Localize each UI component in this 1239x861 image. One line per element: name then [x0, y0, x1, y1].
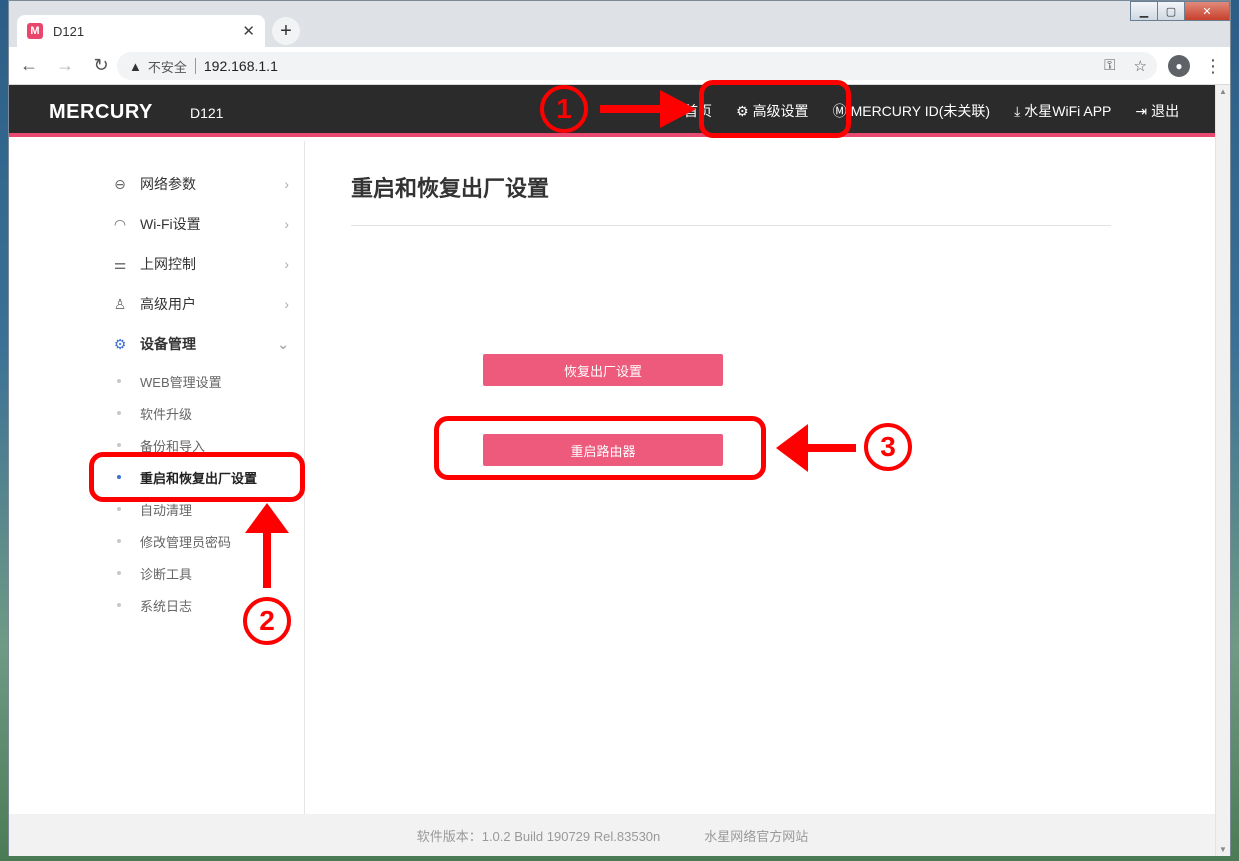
- reload-icon[interactable]: ↻: [85, 55, 117, 76]
- model-name: D121: [190, 105, 224, 121]
- profile-icon[interactable]: ●: [1168, 55, 1190, 77]
- bullet: [117, 571, 121, 575]
- browser-toolbar: ← → ↻ ▲ 不安全 192.168.1.1 ⚿ ☆ ● ⋮: [9, 47, 1230, 85]
- chevron-right-icon: ›: [284, 176, 289, 192]
- annotation-arrow-1-shaft: [600, 105, 662, 113]
- sidebar-item-label: 高级用户: [140, 296, 196, 312]
- sidebar-item-label: 网络参数: [140, 176, 196, 192]
- url-text[interactable]: 192.168.1.1: [204, 58, 278, 74]
- submenu-label: 诊断工具: [140, 566, 193, 582]
- annotation-arrow-2-head: [245, 503, 289, 533]
- forward-icon[interactable]: →: [49, 55, 81, 76]
- page-title: 重启和恢复出厂设置: [351, 176, 550, 201]
- submenu-label: 自动清理: [140, 502, 193, 518]
- download-icon: ⤓: [1014, 102, 1021, 119]
- official-site-link[interactable]: 水星网络官方网站: [704, 826, 808, 845]
- sidebar-item-access-control[interactable]: ⚌ 上网控制 ›: [109, 253, 289, 275]
- submenu-web-settings[interactable]: WEB管理设置: [117, 371, 222, 391]
- footer: 软件版本：1.0.2 Build 190729 Rel.83530n 水星网络官…: [9, 814, 1216, 856]
- submenu-label: WEB管理设置: [140, 374, 222, 390]
- nav-mercury-id-label: MERCURY ID(未关联): [850, 103, 991, 119]
- control-icon: ⚌: [113, 255, 127, 272]
- annotation-step-3: 3: [864, 423, 912, 471]
- submenu-system-log[interactable]: 系统日志: [117, 595, 192, 615]
- sidebar-item-label: 上网控制: [140, 256, 196, 272]
- divider: [194, 58, 196, 74]
- nav-app-label: 水星WiFi APP: [1024, 103, 1112, 119]
- annotation-step-1: 1: [540, 85, 588, 133]
- annotation-highlight-reboot-button: [434, 416, 766, 480]
- sidebar-item-advanced-user[interactable]: ♙ 高级用户 ›: [109, 293, 289, 315]
- menu-kebab-icon[interactable]: ⋮: [1204, 56, 1222, 77]
- network-icon: ⊖: [114, 175, 126, 192]
- annotation-highlight-reboot-reset: [89, 452, 305, 502]
- device-gear-icon: ⚙: [113, 335, 127, 352]
- nav-logout[interactable]: ⇥ 退出: [1135, 101, 1179, 121]
- star-icon[interactable]: ☆: [1134, 57, 1147, 75]
- chevron-right-icon: ›: [284, 296, 289, 312]
- annotation-arrow-2-shaft: [263, 528, 271, 588]
- tab-strip: M D121 ✕ +: [9, 1, 1230, 47]
- annotation-arrow-1-head: [660, 90, 696, 128]
- annotation-step-2: 2: [243, 597, 291, 645]
- nav-logout-label: 退出: [1151, 103, 1180, 119]
- bullet: [117, 411, 121, 415]
- annotation-highlight-advanced: [699, 80, 851, 138]
- sidebar-item-label: 设备管理: [140, 336, 196, 352]
- new-tab-button[interactable]: +: [272, 17, 300, 45]
- submenu-label: 软件升级: [140, 406, 193, 422]
- chevron-right-icon: ›: [284, 256, 289, 272]
- logout-icon: ⇥: [1135, 102, 1148, 119]
- tab-title: D121: [53, 23, 85, 39]
- brand-logo: MERCURY: [49, 101, 153, 123]
- tab-close-icon[interactable]: ✕: [242, 22, 255, 40]
- sidebar-item-network[interactable]: ⊖ 网络参数 ›: [109, 173, 289, 195]
- annotation-arrow-3-head: [776, 424, 808, 472]
- key-icon[interactable]: ⚿: [1104, 57, 1115, 75]
- submenu-label: 系统日志: [140, 598, 193, 614]
- security-label: 不安全: [147, 59, 187, 75]
- bullet: [117, 507, 121, 511]
- favicon-icon: M: [27, 23, 43, 39]
- sidebar-item-label: Wi-Fi设置: [140, 216, 201, 232]
- sidebar-item-wifi[interactable]: ◠ Wi-Fi设置 ›: [109, 213, 289, 235]
- bullet: [117, 603, 121, 607]
- bullet: [117, 539, 121, 543]
- bullet: [117, 379, 121, 383]
- submenu-diagnostics[interactable]: 诊断工具: [117, 563, 192, 583]
- scrollbar[interactable]: ▲ ▼: [1215, 85, 1230, 856]
- warning-icon: ▲: [129, 58, 142, 74]
- sidebar-item-device-management[interactable]: ⚙ 设备管理 ⌄: [109, 333, 289, 355]
- chevron-down-icon: ⌄: [277, 335, 289, 352]
- submenu-label: 修改管理员密码: [140, 534, 232, 550]
- wifi-icon: ◠: [113, 215, 127, 232]
- submenu-auto-cleanup[interactable]: 自动清理: [117, 499, 192, 519]
- scroll-up-icon[interactable]: ▲: [1219, 87, 1227, 96]
- submenu-change-password[interactable]: 修改管理员密码: [117, 531, 231, 551]
- divider: [351, 225, 1111, 226]
- annotation-arrow-3-shaft: [806, 444, 856, 452]
- back-icon[interactable]: ←: [13, 55, 45, 76]
- bullet: [117, 443, 121, 447]
- scroll-down-icon[interactable]: ▼: [1219, 845, 1227, 854]
- factory-reset-button[interactable]: 恢复出厂设置: [483, 354, 723, 386]
- submenu-firmware-upgrade[interactable]: 软件升级: [117, 403, 192, 423]
- software-version: 软件版本：1.0.2 Build 190729 Rel.83530n: [416, 828, 661, 844]
- address-bar[interactable]: ▲ 不安全 192.168.1.1 ⚿ ☆: [117, 52, 1157, 80]
- nav-mercury-id[interactable]: Ⓜ MERCURY ID(未关联): [833, 101, 991, 121]
- chevron-right-icon: ›: [284, 216, 289, 232]
- browser-tab[interactable]: M D121 ✕: [17, 15, 265, 47]
- user-icon: ♙: [113, 295, 127, 312]
- nav-app[interactable]: ⤓ 水星WiFi APP: [1014, 101, 1111, 121]
